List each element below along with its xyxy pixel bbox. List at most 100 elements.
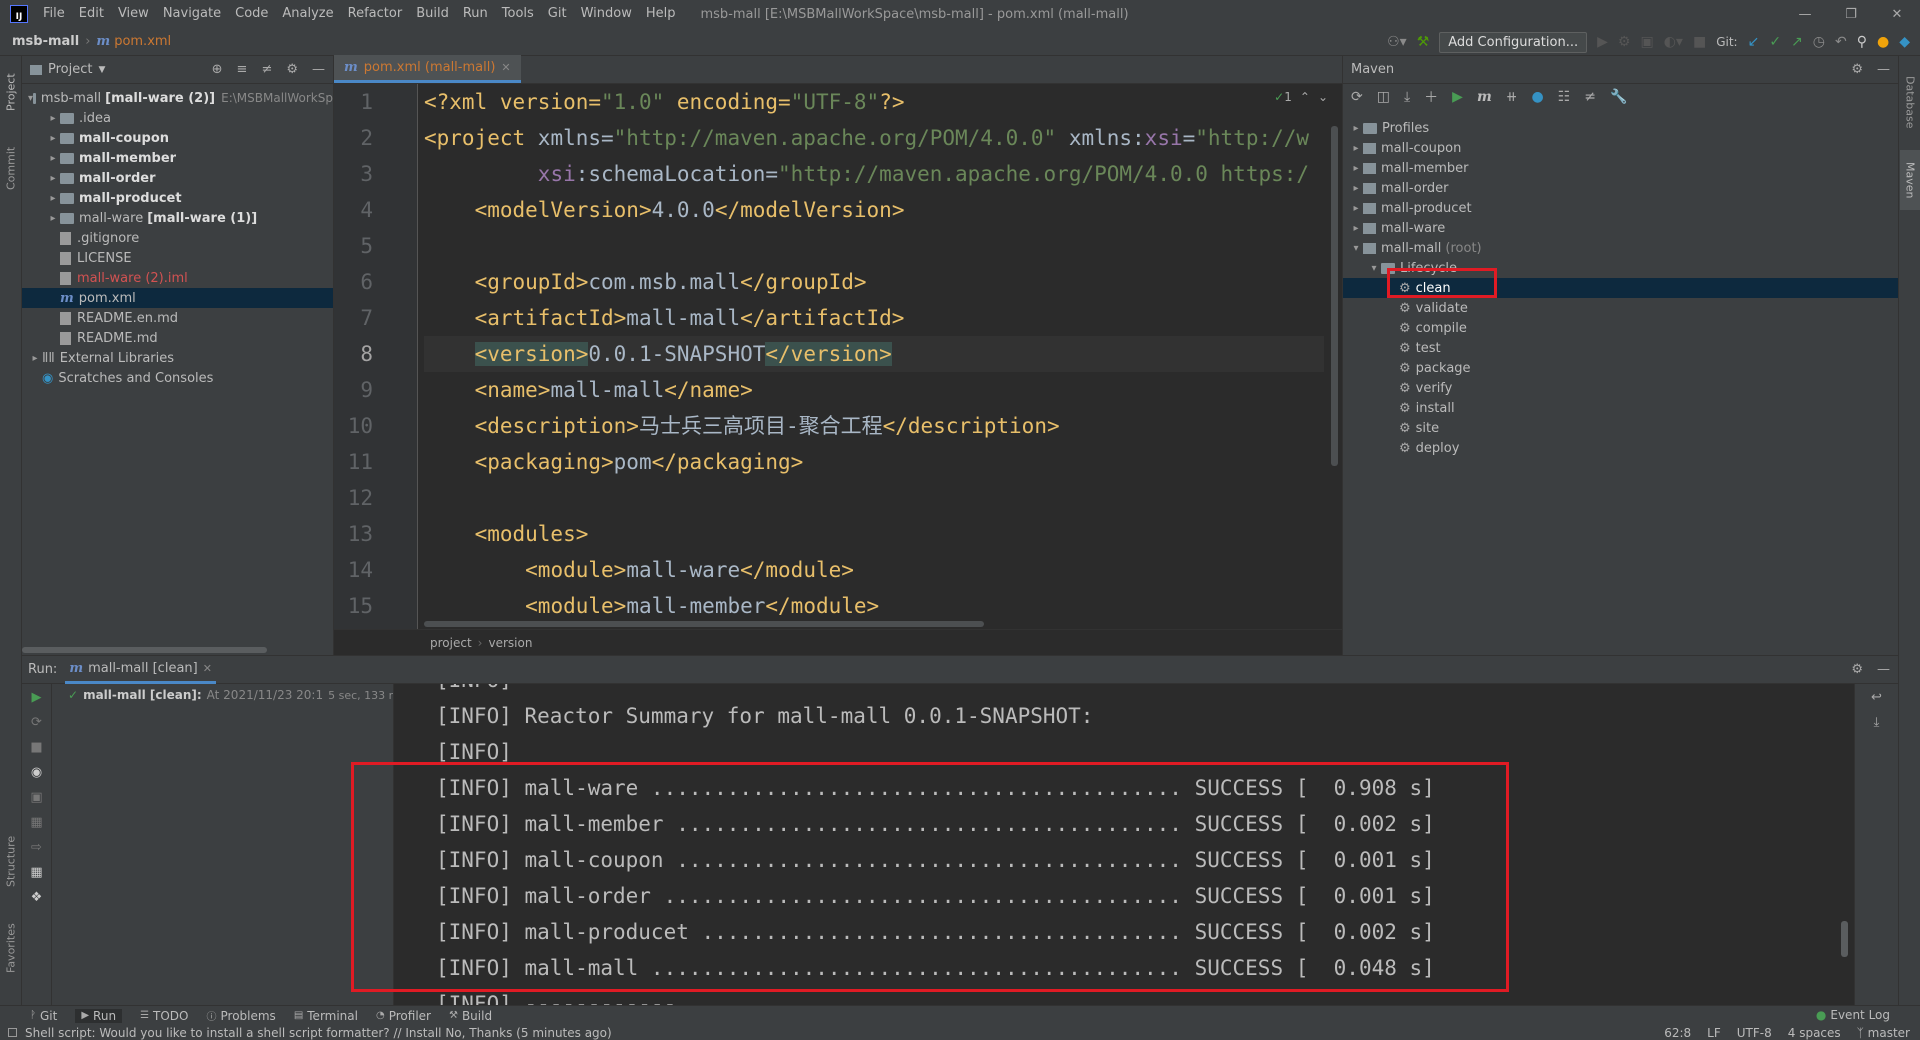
chevron-right-icon[interactable]: ▸ xyxy=(1349,163,1363,174)
run-maven-icon[interactable]: ▶ xyxy=(1452,89,1463,105)
chevron-right-icon[interactable]: ▸ xyxy=(46,193,60,204)
update-icon[interactable]: ● xyxy=(1877,34,1889,50)
layout-grid-icon[interactable]: ▦ xyxy=(30,865,42,880)
chevron-right-icon[interactable]: ▸ xyxy=(46,153,60,164)
line-separator[interactable]: LF xyxy=(1707,1026,1721,1040)
project-tree-item[interactable]: m pom.xml xyxy=(22,288,333,308)
chevron-right-icon[interactable]: ▸ xyxy=(1349,143,1363,154)
rerun-icon[interactable]: ▶ xyxy=(32,690,42,705)
tool-window-terminal[interactable]: ▤ Terminal xyxy=(294,1009,358,1023)
project-tree-item[interactable]: README.md xyxy=(22,328,333,348)
user-icon[interactable]: ⚇▾ xyxy=(1387,34,1407,50)
debug-icon[interactable]: ⚙ xyxy=(1618,34,1631,50)
menu-view[interactable]: View xyxy=(111,0,156,28)
maven-tree-item[interactable]: ⚙ install xyxy=(1343,398,1898,418)
execute-goal-icon[interactable]: m xyxy=(1477,89,1492,105)
menu-help[interactable]: Help xyxy=(639,0,683,28)
indent-setting[interactable]: 4 spaces xyxy=(1788,1026,1841,1040)
project-tree-item[interactable]: README.en.md xyxy=(22,308,333,328)
stop-icon[interactable]: ■ xyxy=(1693,34,1706,50)
chevron-right-icon[interactable]: ▸ xyxy=(1349,183,1363,194)
minimize-icon[interactable]: — xyxy=(1782,0,1828,28)
project-panel-title[interactable]: Project xyxy=(48,62,92,77)
show-dependencies-icon[interactable]: ☷ xyxy=(1558,89,1571,105)
add-configuration-button[interactable]: Add Configuration... xyxy=(1439,31,1588,53)
maven-tree-item[interactable]: ⚙ compile xyxy=(1343,318,1898,338)
tool-window-git[interactable]: ᚹ Git xyxy=(30,1009,57,1023)
export-icon[interactable]: ⇨ xyxy=(31,840,42,855)
project-tree-item[interactable]: ▸ ⅡⅡ External Libraries xyxy=(22,348,333,368)
layout-icon[interactable]: ▦ xyxy=(30,815,42,830)
menu-file[interactable]: File xyxy=(36,0,72,28)
menu-build[interactable]: Build xyxy=(409,0,456,28)
vertical-scrollbar[interactable] xyxy=(1331,126,1338,466)
project-tree-item[interactable]: mall-ware (2).iml xyxy=(22,268,333,288)
close-tab-icon[interactable]: ✕ xyxy=(501,61,510,74)
locate-icon[interactable]: ⊕ xyxy=(212,62,223,77)
breadcrumb-file[interactable]: pom.xml xyxy=(114,34,171,49)
settings-gear-icon[interactable]: ⚙ xyxy=(1851,62,1863,77)
build-hammer-icon[interactable]: ⚒ xyxy=(1417,34,1430,50)
toggle-offline-icon[interactable]: ⧺ xyxy=(1506,89,1518,105)
rerun-failed-icon[interactable]: ⟳ xyxy=(31,715,42,730)
chevron-right-icon[interactable]: ▸ xyxy=(1349,203,1363,214)
collapse-all-icon[interactable]: ≠ xyxy=(261,62,272,77)
menu-window[interactable]: Window xyxy=(574,0,639,28)
skip-tests-icon[interactable]: ● xyxy=(1532,89,1544,105)
run-icon[interactable]: ▶ xyxy=(1597,34,1608,50)
git-update-icon[interactable]: ↙ xyxy=(1748,34,1760,50)
chevron-right-icon[interactable]: ▸ xyxy=(28,353,42,364)
hide-icon[interactable]: — xyxy=(1877,62,1890,77)
horizontal-scrollbar[interactable] xyxy=(22,647,267,653)
settings-gear-icon[interactable]: ⚙ xyxy=(286,62,298,77)
expand-all-icon[interactable]: ≡ xyxy=(237,62,248,77)
chevron-down-icon[interactable]: ▾ xyxy=(1367,263,1381,274)
project-tree-item[interactable]: ▸ mall-ware [mall-ware (1)] xyxy=(22,208,333,228)
maven-tree-item[interactable]: ▸ mall-ware xyxy=(1343,218,1898,238)
reimport-folder-icon[interactable]: ◫ xyxy=(1377,89,1390,105)
profile-icon[interactable]: ◐▾ xyxy=(1664,34,1683,50)
prev-highlight-icon[interactable]: ⌃ xyxy=(1300,90,1310,104)
chevron-down-icon[interactable]: ▾ xyxy=(1349,243,1363,254)
download-icon[interactable]: ⤓ xyxy=(1404,89,1410,105)
console-scrollbar[interactable] xyxy=(1841,921,1848,957)
close-icon[interactable]: ✕ xyxy=(1874,0,1920,28)
close-tab-icon[interactable]: ✕ xyxy=(203,662,212,675)
maven-tool-tab[interactable]: Maven xyxy=(1900,150,1920,210)
add-icon[interactable]: ＋ xyxy=(1424,87,1438,107)
pin-icon[interactable]: ❖ xyxy=(31,890,43,905)
tool-window-problems[interactable]: ⓘ Problems xyxy=(207,1008,276,1024)
search-icon[interactable]: ⚲ xyxy=(1857,34,1867,50)
restore-icon[interactable]: ❐ xyxy=(1828,0,1874,28)
maven-tree-item[interactable]: ▸ mall-coupon xyxy=(1343,138,1898,158)
project-tree-item[interactable]: .gitignore xyxy=(22,228,333,248)
git-push-icon[interactable]: ↗ xyxy=(1791,34,1803,50)
toggle-view-eye-icon[interactable]: ◉ xyxy=(31,765,42,780)
run-tab[interactable]: m mall-mall [clean] ✕ xyxy=(65,656,216,684)
coverage-icon[interactable]: ▣ xyxy=(1640,34,1653,50)
favorites-tool-tab[interactable]: Favorites xyxy=(1,918,21,978)
maven-tree-item[interactable]: ⚙ site xyxy=(1343,418,1898,438)
menu-edit[interactable]: Edit xyxy=(72,0,111,28)
structure-tool-tab[interactable]: Structure xyxy=(1,826,21,896)
plugin-icon[interactable]: ◆ xyxy=(1899,34,1910,50)
maven-tree-item[interactable]: ⚙ package xyxy=(1343,358,1898,378)
project-tree-item[interactable]: ▸ .idea xyxy=(22,108,333,128)
chevron-right-icon[interactable]: ▸ xyxy=(46,213,60,224)
project-tree-item[interactable]: ▸ mall-member xyxy=(22,148,333,168)
maven-tree-item[interactable]: ⚙ test xyxy=(1343,338,1898,358)
rollback-icon[interactable]: ↶ xyxy=(1835,34,1847,50)
code-horizontal-scrollbar[interactable] xyxy=(424,621,984,627)
git-branch[interactable]: ᛉ master xyxy=(1857,1026,1910,1040)
hide-icon[interactable]: — xyxy=(1877,662,1890,677)
tool-window-build[interactable]: ⚒ Build xyxy=(449,1009,492,1023)
menu-tools[interactable]: Tools xyxy=(495,0,541,28)
chevron-down-icon[interactable]: ▼ xyxy=(98,65,105,75)
scroll-to-end-icon[interactable]: ⤓ xyxy=(1874,715,1880,730)
collapse-icon[interactable]: ≠ xyxy=(1584,89,1596,105)
chevron-right-icon[interactable]: ▸ xyxy=(1349,123,1363,134)
history-icon[interactable]: ◷ xyxy=(1813,34,1825,50)
database-tool-tab[interactable]: Database xyxy=(1900,62,1920,142)
maven-tree-item[interactable]: ⚙ deploy xyxy=(1343,438,1898,458)
menu-run[interactable]: Run xyxy=(456,0,495,28)
